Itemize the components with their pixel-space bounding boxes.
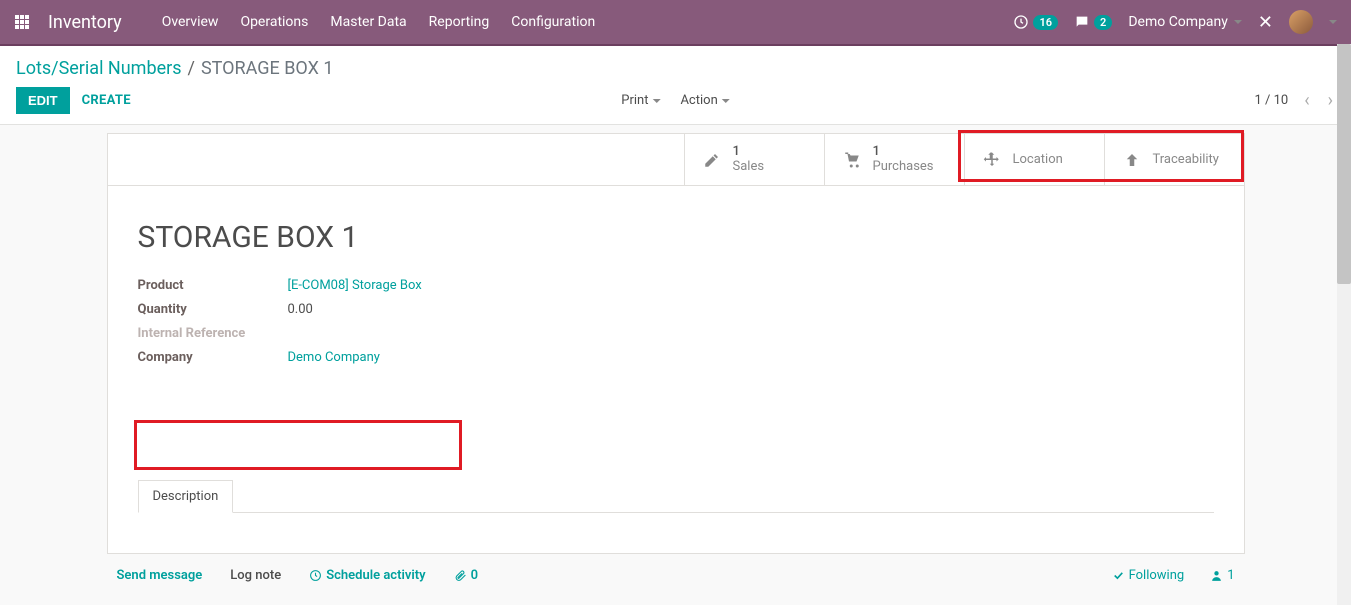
annotation-highlight-fields [134,420,462,470]
attachments-count: 0 [471,568,478,583]
caret-down-icon [1234,20,1242,24]
tab-description[interactable]: Description [138,480,234,513]
chatter-bar: Send message Log note Schedule activity … [107,568,1245,583]
stat-sales-button[interactable]: 1 Sales [684,134,824,186]
toolbar: EDIT CREATE Print Action 1 / 10 ‹ › [0,83,1351,124]
field-internal-reference: Internal Reference [138,321,1214,345]
action-dropdown[interactable]: Action [680,93,729,108]
field-company: Company Demo Company [138,345,1214,369]
log-note-button[interactable]: Log note [230,568,281,583]
following-button[interactable]: Following [1112,568,1185,583]
control-panel: Lots/Serial Numbers / STORAGE BOX 1 EDIT… [0,46,1351,125]
following-label: Following [1129,568,1185,583]
stat-sales-label: Sales [733,160,765,175]
print-dropdown[interactable]: Print [621,93,660,108]
field-quantity-label: Quantity [138,302,288,317]
stat-traceability-button[interactable]: Traceability [1104,134,1244,186]
breadcrumb-sep: / [188,58,195,79]
stat-location-button[interactable]: Location [964,134,1104,186]
pager-next[interactable]: › [1326,90,1335,111]
arrow-up-icon [1123,151,1141,169]
stat-sales-count: 1 [733,145,765,160]
field-quantity: Quantity 0.00 [138,297,1214,321]
breadcrumb-parent[interactable]: Lots/Serial Numbers [16,58,182,79]
messages-button[interactable]: 2 [1074,14,1112,30]
pencil-icon [703,151,721,169]
pager-prev[interactable]: ‹ [1302,90,1311,111]
schedule-activity-label: Schedule activity [326,568,425,583]
followers-button[interactable]: 1 [1210,568,1234,583]
print-label: Print [621,93,648,108]
cart-icon [843,151,861,169]
stat-purchases-count: 1 [873,145,934,160]
stat-button-box: 1 Sales 1 Purchases Location Traceabilit… [108,134,1244,186]
messages-badge: 2 [1094,15,1112,30]
scrollbar-thumb[interactable] [1337,44,1351,284]
activities-button[interactable]: 16 [1013,14,1058,30]
app-name: Inventory [48,12,122,33]
company-name: Demo Company [1128,14,1228,30]
tabs: Description [138,479,1214,513]
record-title: STORAGE BOX 1 [108,186,1244,273]
field-product-label: Product [138,278,288,293]
attachments-button[interactable]: 0 [454,568,478,583]
breadcrumb: Lots/Serial Numbers / STORAGE BOX 1 [0,46,1351,83]
stat-purchases-label: Purchases [873,160,934,175]
chat-icon [1074,14,1090,30]
stat-traceability-label: Traceability [1153,153,1219,168]
nav-master-data[interactable]: Master Data [330,14,406,30]
edit-button[interactable]: EDIT [16,87,70,114]
nav-reporting[interactable]: Reporting [429,14,490,30]
clock-icon [1013,14,1029,30]
schedule-activity-button[interactable]: Schedule activity [309,568,425,583]
move-icon [983,151,1001,169]
activities-badge: 16 [1033,15,1058,30]
field-internal-reference-label: Internal Reference [138,326,288,341]
close-icon[interactable]: ✕ [1258,12,1273,33]
paperclip-icon [454,569,467,582]
field-product: Product [E-COM08] Storage Box [138,273,1214,297]
stat-location-label: Location [1013,153,1063,168]
check-icon [1112,569,1125,582]
user-icon [1210,569,1223,582]
apps-icon[interactable] [14,14,30,30]
field-company-label: Company [138,350,288,365]
field-company-value[interactable]: Demo Company [288,350,380,365]
create-button[interactable]: CREATE [82,93,131,108]
action-label: Action [680,93,717,108]
send-message-button[interactable]: Send message [117,568,203,583]
top-navbar: Inventory Overview Operations Master Dat… [0,0,1351,44]
caret-down-icon [722,99,730,103]
field-product-value[interactable]: [E-COM08] Storage Box [288,278,422,293]
pager: 1 / 10 ‹ › [1254,90,1335,111]
field-quantity-value: 0.00 [288,302,313,317]
field-group: Product [E-COM08] Storage Box Quantity 0… [108,273,1244,389]
company-switcher[interactable]: Demo Company [1128,14,1242,30]
nav-menu: Overview Operations Master Data Reportin… [162,14,596,30]
scrollbar[interactable] [1337,44,1351,605]
nav-configuration[interactable]: Configuration [511,14,595,30]
nav-overview[interactable]: Overview [162,14,219,30]
clock-icon [309,569,322,582]
caret-down-icon [652,99,660,103]
nav-operations[interactable]: Operations [240,14,308,30]
pager-text: 1 / 10 [1254,93,1288,108]
user-caret-icon [1329,20,1337,24]
followers-count: 1 [1227,568,1234,583]
stat-purchases-button[interactable]: 1 Purchases [824,134,964,186]
user-avatar[interactable] [1289,10,1313,34]
breadcrumb-current: STORAGE BOX 1 [201,58,334,79]
form-sheet: 1 Sales 1 Purchases Location Traceabilit… [107,133,1245,554]
